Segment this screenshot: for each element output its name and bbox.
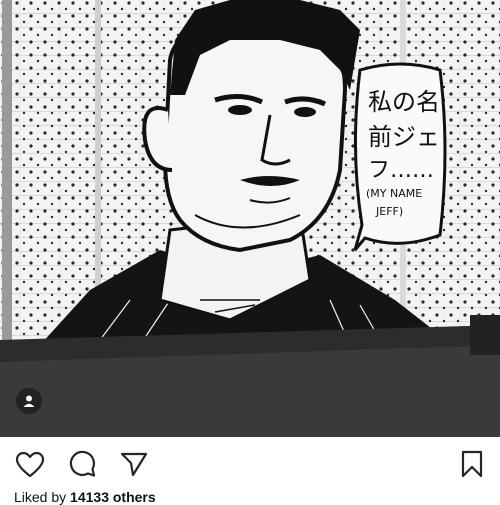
user-tag-button[interactable] xyxy=(16,388,42,414)
user-tag-icon xyxy=(23,395,35,407)
paper-plane-icon xyxy=(120,452,148,477)
share-button[interactable] xyxy=(118,449,150,479)
post-action-bar xyxy=(0,437,500,489)
mural-text-line-1: 私の名 xyxy=(368,88,440,116)
save-button[interactable] xyxy=(456,449,488,479)
likes-summary[interactable]: Liked by 14133 others xyxy=(14,489,156,505)
likes-prefix: Liked by xyxy=(14,489,71,505)
comment-button[interactable] xyxy=(66,449,98,479)
comment-icon xyxy=(69,450,96,477)
mural-text-line-4: (MY NAME xyxy=(366,187,422,200)
post-image[interactable]: 私の名 前ジェ フ…… (MY NAME JEFF) xyxy=(0,0,500,437)
mural-photo: 私の名 前ジェ フ…… (MY NAME JEFF) xyxy=(0,0,500,437)
like-button[interactable] xyxy=(14,449,46,479)
heart-icon xyxy=(15,451,45,477)
bookmark-icon xyxy=(461,450,483,478)
mural-text-line-2: 前ジェ xyxy=(368,123,440,151)
mural-text-line-5: JEFF) xyxy=(375,205,403,218)
mural-text-line-3: フ…… xyxy=(368,158,434,183)
likes-count[interactable]: 14133 others xyxy=(70,489,156,505)
